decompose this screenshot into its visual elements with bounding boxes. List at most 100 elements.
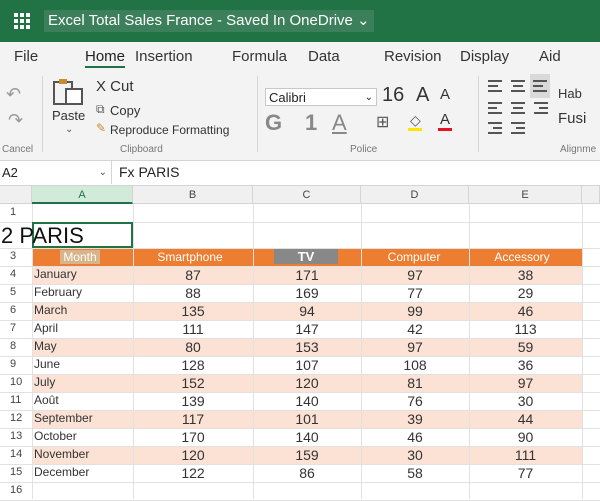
value-cell[interactable]: 107 bbox=[253, 357, 361, 373]
value-cell[interactable]: 140 bbox=[253, 393, 361, 409]
value-cell[interactable]: 76 bbox=[361, 393, 469, 409]
row-header-1[interactable]: 1 bbox=[0, 206, 32, 218]
month-cell[interactable]: June bbox=[34, 357, 60, 371]
wrap-text-button[interactable]: Hab bbox=[558, 86, 582, 101]
tab-file[interactable]: File bbox=[14, 48, 38, 65]
header-tv[interactable]: TV bbox=[274, 249, 338, 264]
increase-indent-icon[interactable] bbox=[511, 122, 525, 134]
value-cell[interactable]: 30 bbox=[361, 447, 469, 463]
column-header-d[interactable]: D bbox=[361, 186, 469, 204]
month-cell[interactable]: July bbox=[34, 375, 55, 389]
borders-icon[interactable]: ⊞ bbox=[376, 112, 389, 132]
align-middle-icon[interactable] bbox=[511, 80, 525, 92]
align-center-icon[interactable] bbox=[511, 102, 525, 114]
month-cell[interactable]: Août bbox=[34, 393, 59, 407]
value-cell[interactable]: 80 bbox=[133, 339, 253, 355]
select-all-corner[interactable] bbox=[0, 186, 32, 204]
value-cell[interactable]: 152 bbox=[133, 375, 253, 391]
copy-button[interactable]: Copy bbox=[110, 103, 140, 118]
cut-button[interactable]: X Cut bbox=[96, 78, 134, 95]
decrease-indent-icon[interactable] bbox=[488, 122, 502, 134]
value-cell[interactable]: 120 bbox=[253, 375, 361, 391]
format-painter-button[interactable]: Reproduce Formatting bbox=[110, 123, 229, 137]
chevron-down-icon[interactable]: ⌄ bbox=[65, 124, 73, 135]
value-cell[interactable]: 101 bbox=[253, 411, 361, 427]
align-left-icon[interactable] bbox=[488, 102, 502, 114]
font-size-input[interactable]: 16 bbox=[382, 84, 404, 107]
row-header-5[interactable]: 5 bbox=[0, 286, 32, 298]
formula-input[interactable]: Fx PARIS bbox=[119, 161, 179, 184]
tab-formula[interactable]: Formula bbox=[232, 48, 287, 65]
month-cell[interactable]: March bbox=[34, 303, 67, 317]
value-cell[interactable]: 59 bbox=[469, 339, 582, 355]
month-cell[interactable]: May bbox=[34, 339, 57, 353]
row-header-11[interactable]: 11 bbox=[0, 394, 32, 406]
value-cell[interactable]: 135 bbox=[133, 303, 253, 319]
row-header-4[interactable]: 4 bbox=[0, 268, 32, 280]
month-cell[interactable]: September bbox=[34, 411, 93, 425]
undo-icon[interactable]: ↶ bbox=[6, 84, 21, 105]
value-cell[interactable]: 44 bbox=[469, 411, 582, 427]
cell-a2[interactable]: 2 PARIS bbox=[1, 223, 84, 249]
row-header-7[interactable]: 7 bbox=[0, 322, 32, 334]
value-cell[interactable]: 170 bbox=[133, 429, 253, 445]
tab-insertion[interactable]: Insertion bbox=[135, 48, 193, 65]
italic-button[interactable]: 1 bbox=[305, 110, 317, 136]
row-header-3[interactable]: 3 bbox=[0, 250, 32, 262]
copy-icon[interactable]: ⧉ bbox=[96, 102, 105, 117]
value-cell[interactable]: 139 bbox=[133, 393, 253, 409]
header-month[interactable]: Month bbox=[60, 250, 100, 264]
row-header-6[interactable]: 6 bbox=[0, 304, 32, 316]
tab-display[interactable]: Display bbox=[460, 48, 509, 65]
row-header-14[interactable]: 14 bbox=[0, 448, 32, 460]
row-header-13[interactable]: 13 bbox=[0, 430, 32, 442]
value-cell[interactable]: 77 bbox=[361, 285, 469, 301]
format-painter-icon[interactable]: ✎ bbox=[96, 121, 106, 135]
value-cell[interactable]: 87 bbox=[133, 267, 253, 283]
tab-data[interactable]: Data bbox=[308, 48, 340, 65]
value-cell[interactable]: 46 bbox=[361, 429, 469, 445]
value-cell[interactable]: 159 bbox=[253, 447, 361, 463]
shrink-font-button[interactable]: A bbox=[440, 86, 450, 103]
tab-aid[interactable]: Aid bbox=[539, 48, 561, 65]
value-cell[interactable]: 58 bbox=[361, 465, 469, 481]
value-cell[interactable]: 128 bbox=[133, 357, 253, 373]
header-smartphone[interactable]: Smartphone bbox=[150, 250, 230, 264]
value-cell[interactable]: 90 bbox=[469, 429, 582, 445]
header-accessory[interactable]: Accessory bbox=[486, 250, 558, 264]
bold-button[interactable]: G bbox=[265, 110, 282, 136]
row-header-8[interactable]: 8 bbox=[0, 340, 32, 352]
value-cell[interactable]: 29 bbox=[469, 285, 582, 301]
value-cell[interactable]: 111 bbox=[469, 447, 582, 463]
value-cell[interactable]: 86 bbox=[253, 465, 361, 481]
redo-icon[interactable]: ↷ bbox=[8, 110, 23, 131]
app-launcher-icon[interactable] bbox=[14, 13, 30, 29]
row-header-16[interactable]: 16 bbox=[0, 484, 32, 496]
header-computer[interactable]: Computer bbox=[380, 250, 448, 264]
grow-font-button[interactable]: A bbox=[416, 84, 429, 107]
value-cell[interactable]: 171 bbox=[253, 267, 361, 283]
value-cell[interactable]: 30 bbox=[469, 393, 582, 409]
value-cell[interactable]: 97 bbox=[361, 339, 469, 355]
paste-icon[interactable] bbox=[52, 78, 86, 105]
value-cell[interactable]: 88 bbox=[133, 285, 253, 301]
row-header-10[interactable]: 10 bbox=[0, 376, 32, 388]
row-header-9[interactable]: 9 bbox=[0, 358, 32, 370]
value-cell[interactable]: 120 bbox=[133, 447, 253, 463]
month-cell[interactable]: October bbox=[34, 429, 77, 443]
tab-revision[interactable]: Revision bbox=[384, 48, 442, 65]
column-header-a[interactable]: A bbox=[32, 186, 133, 204]
column-header-e[interactable]: E bbox=[469, 186, 582, 204]
value-cell[interactable]: 99 bbox=[361, 303, 469, 319]
column-header-b[interactable]: B bbox=[133, 186, 253, 204]
value-cell[interactable]: 147 bbox=[253, 321, 361, 337]
month-cell[interactable]: December bbox=[34, 465, 89, 479]
column-header-c[interactable]: C bbox=[253, 186, 361, 204]
align-top-icon[interactable] bbox=[488, 80, 502, 92]
fill-color-icon[interactable]: ◇ bbox=[410, 112, 421, 129]
value-cell[interactable]: 97 bbox=[469, 375, 582, 391]
value-cell[interactable]: 153 bbox=[253, 339, 361, 355]
value-cell[interactable]: 38 bbox=[469, 267, 582, 283]
value-cell[interactable]: 113 bbox=[469, 321, 582, 337]
paste-button[interactable]: Paste bbox=[52, 108, 85, 123]
